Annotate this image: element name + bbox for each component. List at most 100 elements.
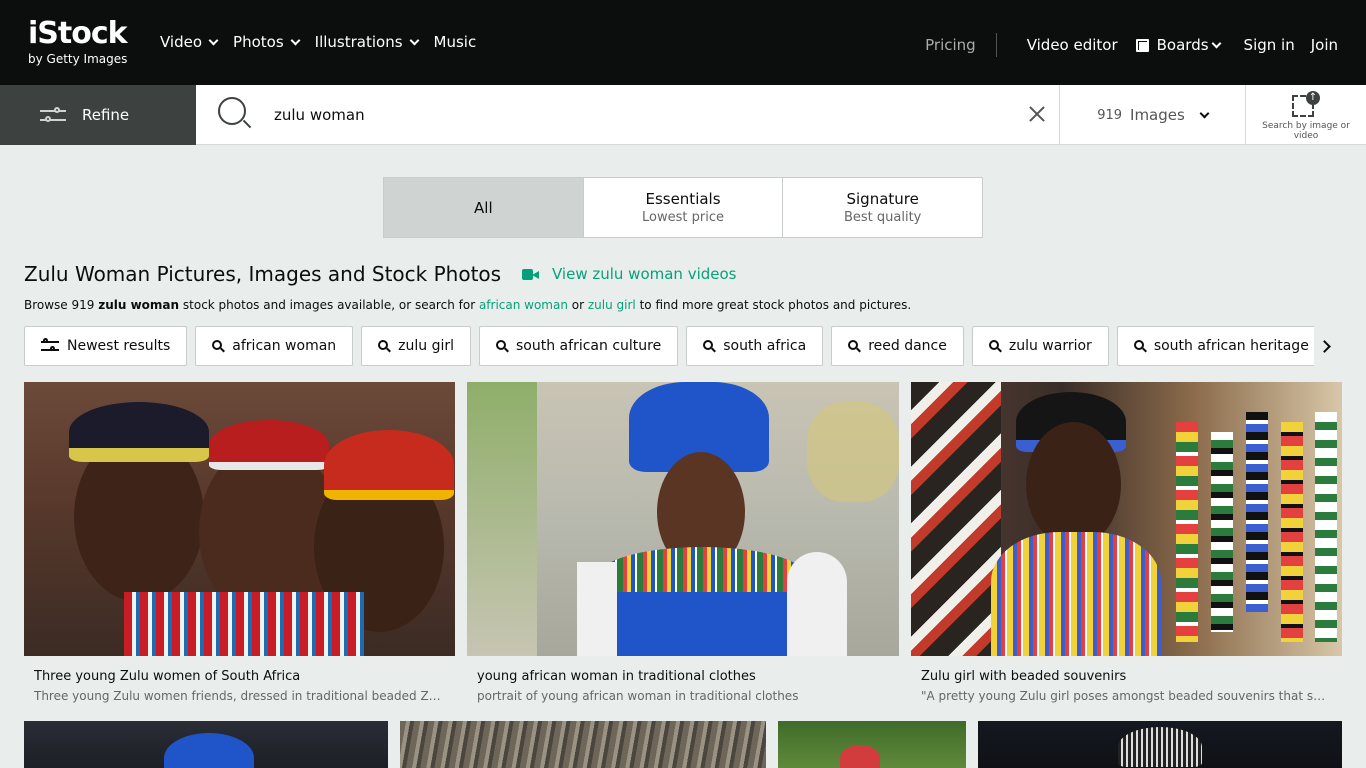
refine-button[interactable]: Refine bbox=[0, 85, 196, 145]
join-link[interactable]: Join bbox=[1311, 36, 1338, 54]
related-chip[interactable]: south african heritage day bbox=[1116, 326, 1314, 366]
sort-label: Newest results bbox=[67, 338, 171, 354]
search-icon bbox=[378, 340, 392, 353]
sliders-icon bbox=[40, 105, 66, 125]
browse-middle: stock photos and images available, or se… bbox=[179, 298, 479, 312]
video-editor-link[interactable]: Video editor bbox=[1027, 36, 1118, 54]
browse-description: Browse 919 zulu woman stock photos and i… bbox=[24, 298, 911, 312]
african-woman-link[interactable]: african woman bbox=[479, 298, 568, 312]
result-card[interactable]: Three young Zulu women of South Africa T… bbox=[24, 382, 455, 712]
result-card[interactable] bbox=[24, 721, 388, 768]
chevron-down-icon bbox=[409, 35, 419, 45]
top-nav: iStock by Getty Images Video Photos Illu… bbox=[0, 0, 1366, 85]
collection-tabs: All Essentials Lowest price Signature Be… bbox=[383, 177, 983, 238]
related-chip-label: south african heritage day bbox=[1153, 338, 1314, 354]
media-type-label: Images bbox=[1130, 106, 1185, 124]
nav-illustrations[interactable]: Illustrations bbox=[314, 33, 419, 51]
browse-suffix: to find more great stock photos and pict… bbox=[635, 298, 912, 312]
nav-illustrations-label: Illustrations bbox=[314, 33, 403, 51]
search-icon bbox=[848, 340, 862, 353]
search-icon bbox=[496, 340, 509, 353]
search-input[interactable] bbox=[274, 103, 1014, 127]
related-chip[interactable]: zulu girl bbox=[361, 326, 472, 366]
result-card[interactable] bbox=[778, 721, 966, 768]
result-image[interactable] bbox=[978, 721, 1342, 768]
pricing-link[interactable]: Pricing bbox=[925, 36, 976, 54]
related-chip[interactable]: reed dance bbox=[831, 326, 964, 366]
logo-wordmark: iStock bbox=[28, 16, 128, 51]
chevron-right-icon[interactable] bbox=[1318, 338, 1334, 354]
media-type-select[interactable]: 919 Images bbox=[1059, 85, 1246, 145]
tab-signature-subtitle: Best quality bbox=[843, 210, 922, 225]
image-upload-icon: ↑ bbox=[1292, 91, 1320, 117]
boards-menu[interactable]: Boards bbox=[1135, 36, 1221, 54]
related-chip-label: south africa bbox=[723, 338, 807, 354]
logo-subtitle: by Getty Images bbox=[28, 52, 128, 66]
result-card[interactable] bbox=[400, 721, 766, 768]
result-image[interactable] bbox=[911, 382, 1342, 656]
view-videos-label: View zulu woman videos bbox=[552, 265, 737, 283]
nav-music-label: Music bbox=[433, 33, 477, 51]
related-chip[interactable]: south africa bbox=[686, 326, 824, 366]
result-image[interactable] bbox=[24, 721, 388, 768]
chevron-down-icon bbox=[290, 35, 301, 45]
chevron-down-icon bbox=[1211, 38, 1221, 48]
search-by-image-button[interactable]: ↑ Search by image or video bbox=[1250, 89, 1362, 143]
view-videos-link[interactable]: View zulu woman videos bbox=[522, 265, 737, 283]
related-chip-label: zulu warrior bbox=[1008, 338, 1092, 354]
result-title[interactable]: young african woman in traditional cloth… bbox=[477, 669, 756, 684]
result-count: 919 bbox=[1097, 107, 1123, 123]
search-icon bbox=[703, 340, 717, 353]
result-image[interactable] bbox=[778, 721, 966, 768]
istock-logo[interactable]: iStock by Getty Images bbox=[28, 18, 140, 68]
browse-prefix: Browse 919 bbox=[24, 298, 99, 312]
boards-icon bbox=[1135, 38, 1149, 52]
refine-label: Refine bbox=[82, 106, 130, 124]
related-chip-label: south african culture bbox=[516, 338, 662, 354]
nav-video[interactable]: Video bbox=[160, 33, 219, 51]
nav-divider bbox=[995, 33, 997, 57]
result-card[interactable]: young african woman in traditional cloth… bbox=[467, 382, 899, 712]
result-description: "A pretty young Zulu girl poses amongst … bbox=[921, 689, 1332, 703]
boards-label: Boards bbox=[1156, 36, 1209, 54]
chevron-down-icon bbox=[1199, 108, 1210, 118]
browse-or: or bbox=[567, 298, 588, 312]
browse-query: zulu woman bbox=[98, 298, 180, 312]
video-camera-icon bbox=[522, 268, 540, 280]
tab-all[interactable]: All bbox=[384, 178, 584, 237]
tab-signature[interactable]: Signature Best quality bbox=[783, 178, 982, 237]
sign-in-link[interactable]: Sign in bbox=[1244, 36, 1295, 54]
result-title[interactable]: Zulu girl with beaded souvenirs bbox=[921, 669, 1126, 684]
nav-photos[interactable]: Photos bbox=[233, 33, 301, 51]
related-chip-label: zulu girl bbox=[398, 338, 455, 354]
related-searches: Newest results african woman zulu girl s… bbox=[24, 326, 1314, 366]
result-card[interactable] bbox=[978, 721, 1342, 768]
related-chip[interactable]: south african culture bbox=[479, 326, 679, 366]
related-chip-label: reed dance bbox=[868, 338, 947, 354]
zulu-girl-link[interactable]: zulu girl bbox=[588, 298, 636, 312]
main-menu: Video Photos Illustrations Music bbox=[160, 33, 476, 51]
nav-video-label: Video bbox=[160, 33, 203, 51]
related-chip[interactable]: african woman bbox=[195, 326, 354, 366]
result-image[interactable] bbox=[24, 382, 455, 656]
tab-all-title: All bbox=[474, 198, 493, 217]
sort-chip[interactable]: Newest results bbox=[24, 326, 188, 366]
account-menu: Pricing Video editor Boards Sign in Join bbox=[925, 33, 1338, 57]
search-icon[interactable] bbox=[218, 97, 252, 131]
result-card[interactable]: Zulu girl with beaded souvenirs "A prett… bbox=[911, 382, 1342, 712]
tab-essentials[interactable]: Essentials Lowest price bbox=[584, 178, 784, 237]
search-icon bbox=[212, 340, 226, 353]
result-image[interactable] bbox=[400, 721, 766, 768]
page-title: Zulu Woman Pictures, Images and Stock Ph… bbox=[24, 262, 502, 286]
result-title[interactable]: Three young Zulu women of South Africa bbox=[34, 669, 300, 684]
result-image[interactable] bbox=[467, 382, 899, 656]
related-chip[interactable]: zulu warrior bbox=[971, 326, 1109, 366]
nav-music[interactable]: Music bbox=[434, 33, 477, 51]
tab-essentials-subtitle: Lowest price bbox=[642, 210, 724, 225]
search-icon bbox=[1133, 340, 1147, 353]
clear-search-icon[interactable] bbox=[1028, 105, 1046, 123]
chevron-down-icon bbox=[208, 35, 219, 45]
sliders-icon bbox=[41, 338, 59, 353]
result-description: portrait of young african woman in tradi… bbox=[477, 689, 799, 703]
result-description: Three young Zulu women friends, dressed … bbox=[34, 689, 445, 703]
